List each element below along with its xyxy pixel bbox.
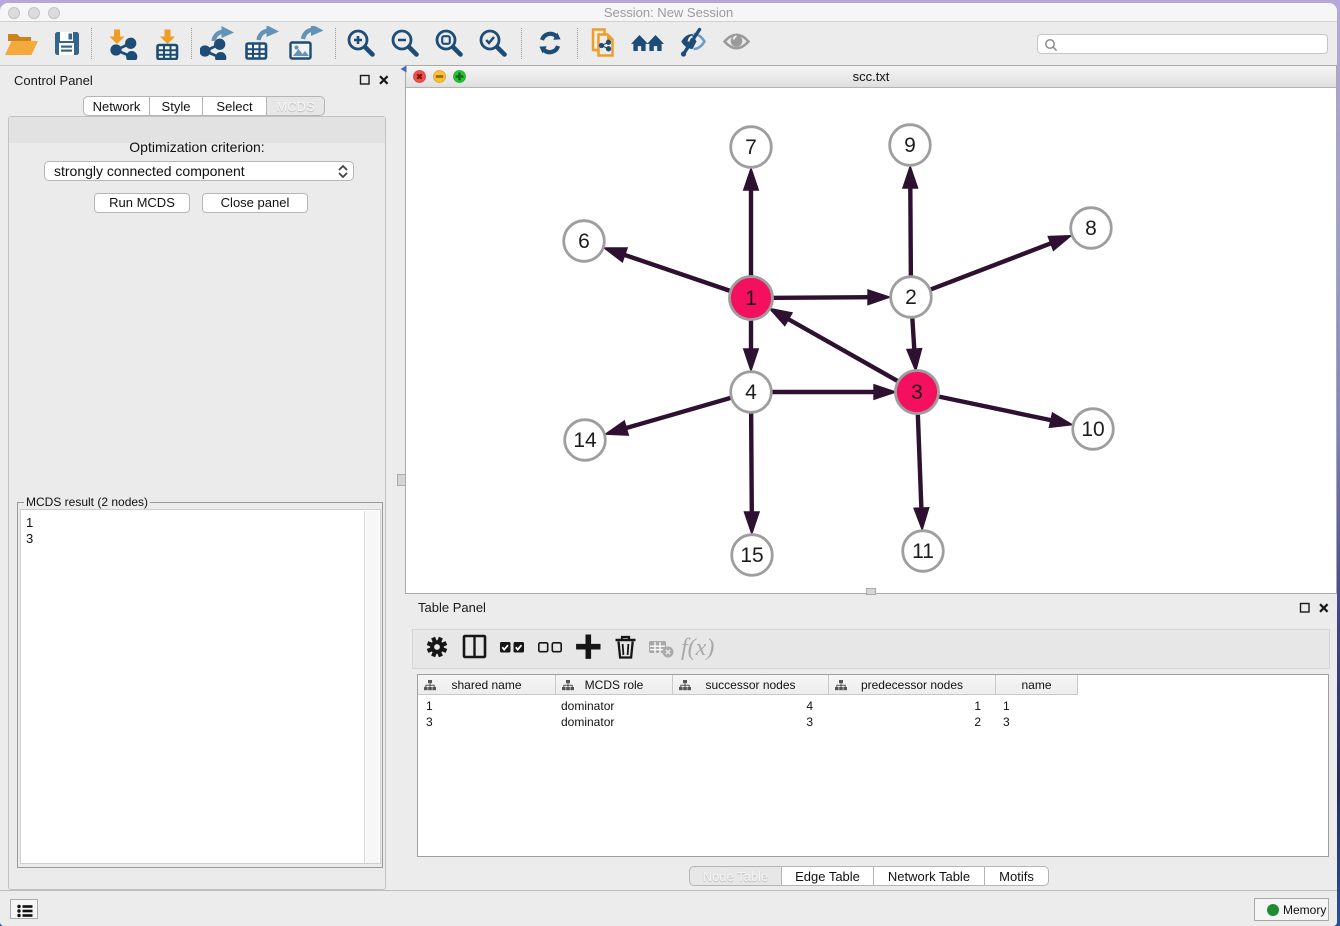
svg-text:10: 10 (1081, 418, 1104, 441)
svg-text:1: 1 (745, 287, 757, 310)
svg-text:2: 2 (905, 286, 917, 309)
svg-text:3: 3 (911, 381, 923, 404)
svg-text:f(x): f(x) (681, 635, 714, 661)
svg-text:8: 8 (1085, 217, 1097, 240)
svg-text:14: 14 (573, 429, 597, 452)
svg-text:15: 15 (740, 544, 763, 567)
svg-text:7: 7 (745, 136, 757, 159)
svg-text:9: 9 (904, 134, 916, 157)
svg-text:11: 11 (912, 540, 934, 563)
svg-text:6: 6 (578, 230, 590, 253)
svg-text:4: 4 (745, 381, 757, 404)
